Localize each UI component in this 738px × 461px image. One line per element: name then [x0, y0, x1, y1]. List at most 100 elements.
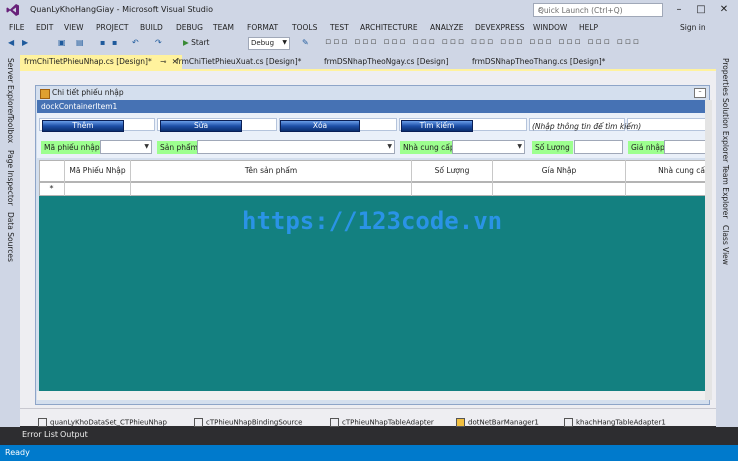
- tray-component-label: cTPhieuNhapBindingSource: [206, 418, 303, 427]
- visual-studio-logo-icon: [6, 4, 19, 16]
- page-inspector-tab[interactable]: Page Inspector: [6, 150, 15, 206]
- watermark: https://123code.vn: [242, 207, 503, 235]
- maximize-button[interactable]: □: [690, 2, 712, 18]
- alignment-tools-icon[interactable]: ▫▫▫ ▫▫▫ ▫▫▫ ▫▫▫ ▫▫▫ ▫▫▫ ▫▫▫ ▫▫▫ ▫▫▫ ▫▫▫ …: [325, 37, 641, 47]
- table-adapter-icon: [564, 418, 573, 427]
- tray-component-label: quanLyKhoDataSet_CTPhieuNhap: [50, 418, 167, 427]
- dock-container-label: dockContainerItem1: [41, 102, 118, 111]
- grid-corner-header[interactable]: [39, 160, 65, 182]
- column-header-receipt-id[interactable]: Mã Phiếu Nhập: [65, 160, 131, 182]
- menu-edit[interactable]: EDIT: [36, 23, 53, 32]
- column-header-product-name[interactable]: Tên sản phẩm: [131, 160, 412, 182]
- supplier-label: Nhà cung cấp: [400, 141, 458, 154]
- product-combo[interactable]: ▼: [197, 140, 395, 154]
- add-button[interactable]: Thêm: [42, 120, 124, 132]
- window-title: QuanLyKhoHangGiay - Microsoft Visual Stu…: [30, 5, 213, 14]
- start-debug-button[interactable]: ▶ Start: [183, 38, 210, 47]
- undo-icon[interactable]: ↶: [132, 38, 139, 47]
- edit-button[interactable]: Sửa: [160, 120, 242, 132]
- menu-devexpress[interactable]: DEVEXPRESS: [475, 23, 525, 32]
- chevron-down-icon: ▼: [282, 39, 287, 46]
- tray-component-label: cTPhieuNhapTableAdapter: [342, 418, 434, 427]
- properties-tab[interactable]: Properties: [721, 58, 730, 96]
- tab-frmdsnhaptheothang[interactable]: frmDSNhapTheoThang.cs [Design]*: [468, 55, 609, 69]
- open-file-icon[interactable]: ▤: [76, 38, 84, 47]
- search-hint: (Nhập thông tin để tìm kiếm): [532, 122, 642, 131]
- supplier-combo[interactable]: ▼: [452, 140, 525, 154]
- dataset-icon: [38, 418, 47, 427]
- grid-cell[interactable]: [65, 182, 131, 196]
- grid-cell[interactable]: [412, 182, 493, 196]
- team-explorer-tab[interactable]: Team Explorer: [721, 165, 730, 218]
- tab-frmchitietphieunhap[interactable]: frmChiTietPhieuNhap.cs [Design]* ⊸ ✕: [20, 55, 183, 69]
- column-header-quantity[interactable]: Số Lượng: [412, 160, 493, 182]
- search-button[interactable]: Tìm kiếm: [401, 120, 473, 132]
- tray-component[interactable]: cTPhieuNhapBindingSource: [194, 418, 302, 427]
- delete-button[interactable]: Xóa: [280, 120, 360, 132]
- vertical-scrollbar[interactable]: [705, 100, 712, 400]
- error-list-tab[interactable]: Error List: [22, 430, 58, 439]
- class-view-tab[interactable]: Class View: [721, 225, 730, 265]
- close-button[interactable]: ✕: [713, 2, 735, 18]
- menu-tools[interactable]: TOOLS: [292, 23, 317, 32]
- data-sources-tab[interactable]: Data Sources: [6, 212, 15, 262]
- back-icon[interactable]: ◀: [8, 38, 14, 47]
- status-bar: [0, 445, 738, 461]
- new-project-icon[interactable]: ▣: [58, 38, 66, 47]
- minimize-button[interactable]: –: [668, 2, 690, 18]
- quick-launch-input[interactable]: Quick Launch (Ctrl+Q) ⌕: [533, 3, 663, 17]
- quantity-label: Số Lượng: [532, 141, 573, 154]
- menu-project[interactable]: PROJECT: [96, 23, 128, 32]
- tab-frmchitietphieuxuat[interactable]: frmChiTietPhieuXuat.cs [Design]*: [172, 55, 305, 69]
- menu-file[interactable]: FILE: [9, 23, 24, 32]
- tray-component[interactable]: quanLyKhoDataSet_CTPhieuNhap: [38, 418, 167, 427]
- status-text: Ready: [5, 448, 30, 457]
- menu-build[interactable]: BUILD: [140, 23, 163, 32]
- menu-window[interactable]: WINDOW: [533, 23, 567, 32]
- menu-analyze[interactable]: ANALYZE: [430, 23, 464, 32]
- menu-test[interactable]: TEST: [330, 23, 349, 32]
- chevron-down-icon: ▼: [517, 143, 522, 150]
- solution-configuration-select[interactable]: Debug ▼: [248, 37, 290, 50]
- tray-component[interactable]: khachHangTableAdapter1: [564, 418, 666, 427]
- menu-view[interactable]: VIEW: [64, 23, 84, 32]
- tab-frmdsnhaptheongay[interactable]: frmDSNhapTheoNgay.cs [Design]: [320, 55, 453, 69]
- save-icon[interactable]: ▪: [100, 38, 105, 47]
- table-adapter-icon: [330, 418, 339, 427]
- grid-cell[interactable]: [493, 182, 626, 196]
- form-minimize-button[interactable]: –: [694, 88, 706, 98]
- solution-explorer-tab[interactable]: Solution Explorer: [721, 98, 730, 162]
- product-label: Sản phẩm: [157, 141, 201, 154]
- form-icon: [40, 89, 50, 99]
- horizontal-scrollbar[interactable]: [37, 391, 708, 400]
- save-all-icon[interactable]: ▪: [112, 38, 117, 47]
- quantity-input[interactable]: [574, 140, 623, 154]
- toolbox-tab[interactable]: Toolbox: [6, 115, 15, 143]
- grid-cell[interactable]: [131, 182, 412, 196]
- tray-component[interactable]: cTPhieuNhapTableAdapter: [330, 418, 434, 427]
- menu-architecture[interactable]: ARCHITECTURE: [360, 23, 418, 32]
- find-icon[interactable]: ✎: [302, 38, 309, 47]
- redo-icon[interactable]: ↷: [155, 38, 162, 47]
- column-header-price[interactable]: Gía Nhập: [493, 160, 626, 182]
- tray-component[interactable]: dotNetBarManager1: [456, 418, 539, 427]
- receipt-id-combo[interactable]: ▼: [100, 140, 152, 154]
- price-input[interactable]: [664, 140, 706, 154]
- forward-icon[interactable]: ▶: [22, 38, 28, 47]
- tray-component-label: dotNetBarManager1: [468, 418, 539, 427]
- menu-format[interactable]: FORMAT: [247, 23, 278, 32]
- output-tab[interactable]: Output: [60, 430, 88, 439]
- pin-icon[interactable]: ⊸: [160, 57, 166, 66]
- sign-in-link[interactable]: Sign in: [680, 23, 706, 32]
- menu-debug[interactable]: DEBUG: [176, 23, 203, 32]
- menu-team[interactable]: TEAM: [213, 23, 234, 32]
- receipt-id-label: Mã phiếu nhập: [41, 141, 103, 154]
- column-header-supplier[interactable]: Nhà cung cấ: [626, 160, 708, 182]
- menu-help[interactable]: HELP: [579, 23, 598, 32]
- chevron-down-icon: ▼: [144, 143, 149, 150]
- dock-container[interactable]: [37, 100, 708, 113]
- tab-label: frmChiTietPhieuNhap.cs [Design]*: [24, 57, 152, 66]
- server-explorer-tab[interactable]: Server Explorer: [6, 58, 15, 116]
- start-label: Start: [191, 38, 210, 47]
- bottom-tool-tabs: [0, 427, 738, 445]
